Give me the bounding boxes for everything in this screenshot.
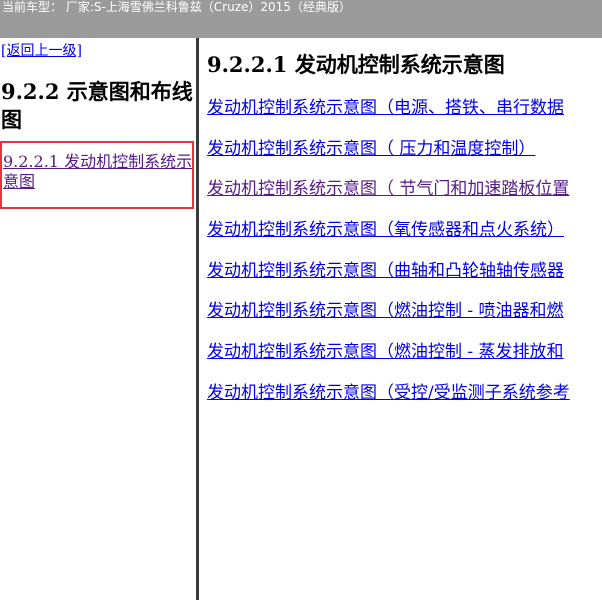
vehicle-info-bar: 当前车型： 厂家:S-上海雪佛兰科鲁兹（Cruze）2015（经典版） [0,0,602,38]
diagram-link-controlled-subsystems[interactable]: 发动机控制系统示意图（受控/受监测子系统参考 [207,383,570,403]
diagram-link-power-ground[interactable]: 发动机控制系统示意图（电源、搭铁、串行数据 [207,98,564,118]
list-item: 发动机控制系统示意图（燃油控制 - 喷油器和燃 [207,300,570,341]
list-item: 发动机控制系统示意图（曲轴和凸轮轴轴传感器 [207,260,570,301]
selected-nav-highlight: 9.2.2.1 发动机控制系统示意图 [0,141,194,209]
page-title: 9.2.2.1 发动机控制系统示意图 [207,52,505,77]
list-item: 发动机控制系统示意图（受控/受监测子系统参考 [207,382,570,423]
diagram-link-list: 发动机控制系统示意图（电源、搭铁、串行数据 发动机控制系统示意图（ 压力和温度控… [207,97,570,423]
sidebar-item-engine-control-diagram[interactable]: 9.2.2.1 发动机控制系统示意图 [3,152,193,192]
list-item: 发动机控制系统示意图（ 节气门和加速踏板位置 [207,178,570,219]
section-title: 9.2.2 示意图和布线图 [1,79,193,132]
diagram-link-fuel-evap[interactable]: 发动机控制系统示意图（燃油控制 - 蒸发排放和 [207,342,564,362]
list-item: 发动机控制系统示意图（ 压力和温度控制） [207,138,570,179]
main-content: 9.2.2.1 发动机控制系统示意图 发动机控制系统示意图（电源、搭铁、串行数据… [199,38,602,600]
diagram-link-oxygen-ignition[interactable]: 发动机控制系统示意图（氧传感器和点火系统） [207,220,564,240]
list-item: 发动机控制系统示意图（燃油控制 - 蒸发排放和 [207,341,570,382]
list-item: 发动机控制系统示意图（电源、搭铁、串行数据 [207,97,570,138]
vehicle-info-text: 当前车型： 厂家:S-上海雪佛兰科鲁兹（Cruze）2015（经典版） [2,0,351,14]
diagram-link-throttle-pedal[interactable]: 发动机控制系统示意图（ 节气门和加速踏板位置 [207,179,569,199]
list-item: 发动机控制系统示意图（氧传感器和点火系统） [207,219,570,260]
diagram-link-fuel-injectors[interactable]: 发动机控制系统示意图（燃油控制 - 喷油器和燃 [207,301,564,321]
diagram-link-crank-cam-sensors[interactable]: 发动机控制系统示意图（曲轴和凸轮轴轴传感器 [207,261,564,281]
diagram-link-pressure-temperature[interactable]: 发动机控制系统示意图（ 压力和温度控制） [207,139,535,159]
sidebar: [返回上一级] 9.2.2 示意图和布线图 9.2.2.1 发动机控制系统示意图 [0,38,196,600]
back-link[interactable]: [返回上一级] [1,40,82,60]
